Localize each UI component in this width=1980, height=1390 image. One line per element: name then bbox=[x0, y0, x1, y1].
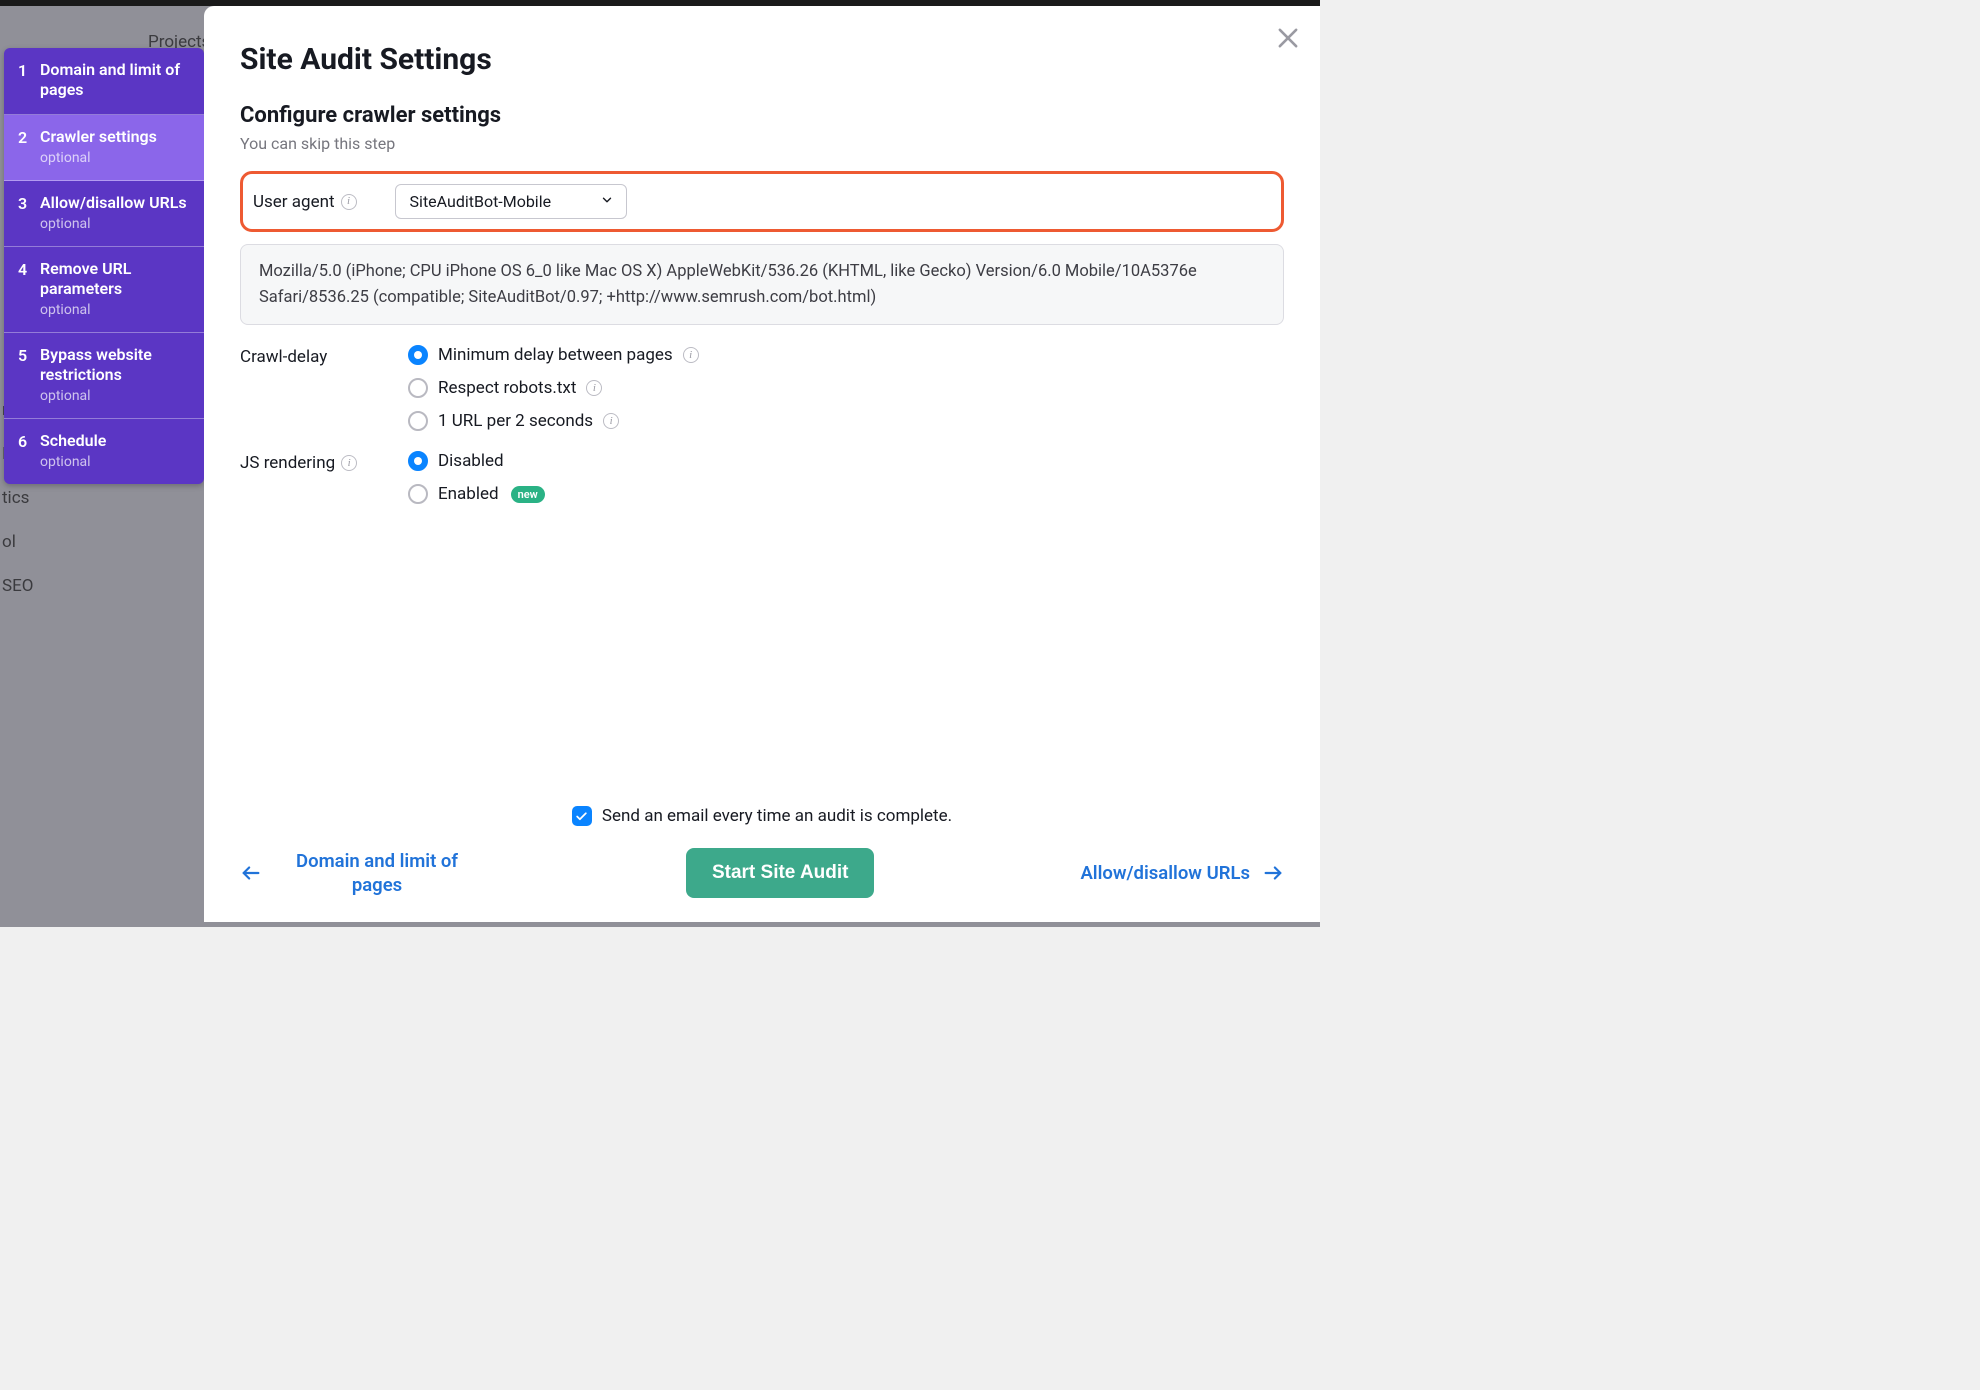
crawl-delay-option[interactable]: 1 URL per 2 seconds i bbox=[408, 411, 699, 431]
user-agent-selected-value: SiteAuditBot-Mobile bbox=[410, 192, 552, 211]
wizard-step-subtitle: optional bbox=[40, 302, 190, 318]
next-step-link[interactable]: Allow/disallow URLs bbox=[1080, 861, 1284, 885]
js-rendering-option[interactable]: Disabled bbox=[408, 451, 545, 471]
info-icon[interactable]: i bbox=[586, 380, 602, 396]
wizard-step-title: Bypass website restrictions bbox=[40, 345, 190, 385]
prev-step-label: Domain and limit of pages bbox=[274, 849, 480, 897]
crawl-delay-option-label: 1 URL per 2 seconds bbox=[438, 411, 593, 431]
site-audit-settings-modal: Site Audit Settings Configure crawler se… bbox=[204, 6, 1320, 922]
wizard-step-title: Remove URL parameters bbox=[40, 259, 190, 299]
crawl-delay-row: Crawl-delay Minimum delay between pages i… bbox=[240, 345, 1284, 431]
section-subtitle: You can skip this step bbox=[240, 134, 1284, 153]
radio-icon bbox=[408, 411, 428, 431]
wizard-step-title: Schedule bbox=[40, 431, 190, 451]
wizard-step-number: 5 bbox=[18, 345, 40, 365]
user-agent-label: User agent i bbox=[253, 192, 357, 212]
crawl-delay-label: Crawl-delay bbox=[240, 347, 327, 367]
modal-footer: Send an email every time an audit is com… bbox=[240, 806, 1284, 898]
user-agent-string-display: Mozilla/5.0 (iPhone; CPU iPhone OS 6_0 l… bbox=[240, 244, 1284, 325]
wizard-step[interactable]: 1Domain and limit of pages bbox=[4, 48, 204, 115]
radio-icon bbox=[408, 484, 428, 504]
chevron-down-icon bbox=[600, 192, 614, 211]
wizard-steps-panel: 1Domain and limit of pages2Crawler setti… bbox=[4, 48, 204, 484]
js-rendering-option-label: Disabled bbox=[438, 451, 504, 471]
radio-icon bbox=[408, 378, 428, 398]
background-nav-fragment: SEO bbox=[2, 576, 62, 596]
crawl-delay-option-label: Respect robots.txt bbox=[438, 378, 576, 398]
radio-icon bbox=[408, 345, 428, 365]
wizard-step-subtitle: optional bbox=[40, 216, 190, 232]
info-icon[interactable]: i bbox=[603, 413, 619, 429]
wizard-step-number: 6 bbox=[18, 431, 40, 451]
wizard-step-subtitle: optional bbox=[40, 454, 190, 470]
wizard-step-title: Allow/disallow URLs bbox=[40, 193, 190, 213]
wizard-step-number: 2 bbox=[18, 127, 40, 147]
wizard-step-title: Crawler settings bbox=[40, 127, 190, 147]
wizard-step[interactable]: 3Allow/disallow URLs optional bbox=[4, 181, 204, 247]
info-icon[interactable]: i bbox=[683, 347, 699, 363]
background-nav-fragment: ol bbox=[2, 532, 62, 552]
checkbox-checked-icon bbox=[572, 806, 592, 826]
arrow-right-icon bbox=[1262, 862, 1284, 884]
wizard-step-title: Domain and limit of pages bbox=[40, 60, 190, 100]
wizard-step[interactable]: 6Schedule optional bbox=[4, 419, 204, 484]
wizard-step-number: 1 bbox=[18, 60, 40, 80]
wizard-step-number: 3 bbox=[18, 193, 40, 213]
background-nav-fragment: tics bbox=[2, 488, 62, 508]
next-step-label: Allow/disallow URLs bbox=[1080, 861, 1250, 885]
info-icon[interactable]: i bbox=[341, 455, 357, 471]
email-checkbox-label: Send an email every time an audit is com… bbox=[602, 806, 952, 826]
crawl-delay-option[interactable]: Minimum delay between pages i bbox=[408, 345, 699, 365]
wizard-step[interactable]: 4Remove URL parameters optional bbox=[4, 247, 204, 333]
wizard-step-number: 4 bbox=[18, 259, 40, 279]
arrow-left-icon bbox=[240, 862, 262, 884]
js-rendering-option[interactable]: Enabled new bbox=[408, 484, 545, 504]
user-agent-row-highlight: User agent i SiteAuditBot-Mobile bbox=[240, 171, 1284, 232]
close-icon[interactable] bbox=[1274, 24, 1302, 52]
start-site-audit-button[interactable]: Start Site Audit bbox=[686, 848, 875, 898]
radio-icon bbox=[408, 451, 428, 471]
wizard-step[interactable]: 2Crawler settings optional bbox=[4, 115, 204, 181]
wizard-step[interactable]: 5Bypass website restrictions optional bbox=[4, 333, 204, 419]
js-rendering-row: JS rendering i Disabled Enabled new bbox=[240, 451, 1284, 504]
crawl-delay-option[interactable]: Respect robots.txt i bbox=[408, 378, 699, 398]
prev-step-link[interactable]: Domain and limit of pages bbox=[240, 849, 480, 897]
crawl-delay-option-label: Minimum delay between pages bbox=[438, 345, 673, 365]
js-rendering-option-label: Enabled bbox=[438, 484, 499, 504]
new-badge: new bbox=[511, 486, 545, 503]
modal-title: Site Audit Settings bbox=[240, 42, 1284, 77]
user-agent-select[interactable]: SiteAuditBot-Mobile bbox=[395, 184, 627, 219]
wizard-step-subtitle: optional bbox=[40, 388, 190, 404]
js-rendering-label: JS rendering i bbox=[240, 453, 357, 473]
section-title: Configure crawler settings bbox=[240, 103, 1284, 128]
email-on-complete-checkbox[interactable]: Send an email every time an audit is com… bbox=[572, 806, 952, 826]
wizard-step-subtitle: optional bbox=[40, 150, 190, 166]
info-icon[interactable]: i bbox=[341, 194, 357, 210]
